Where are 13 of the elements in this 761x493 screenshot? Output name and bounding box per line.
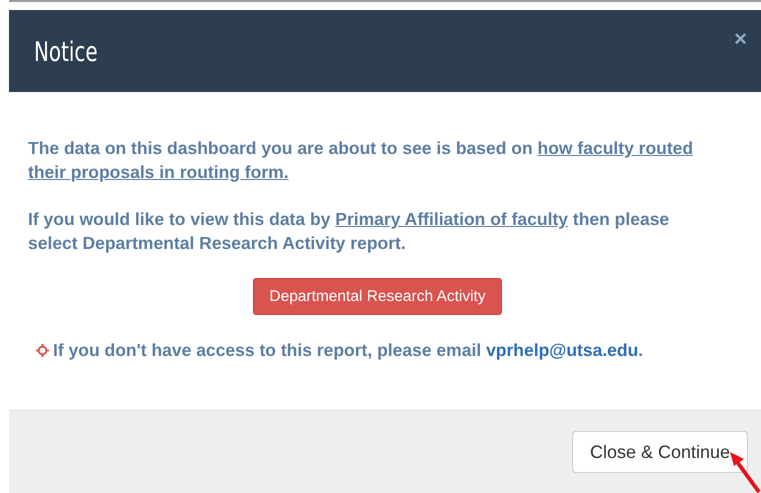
close-continue-button[interactable]: Close & Continue	[572, 431, 748, 473]
text-link[interactable]: how faculty routed	[538, 138, 694, 158]
notice-paragraph: If you would like to view this data by Primary Affiliation of faculty then please select Departmental Research Activity report.	[28, 208, 670, 255]
notice-paragraph: The data on this dashboard you are about to see is based on how faculty routed their proposals in routing form.	[28, 137, 694, 184]
report-button[interactable]: Departmental Research Activity	[253, 278, 502, 315]
email-link[interactable]: vprhelp@utsa.edu	[486, 340, 638, 360]
crosshair-icon	[36, 344, 49, 357]
access-note: If you don't have access to this report, please email vprhelp@utsa.edu.	[53, 340, 644, 361]
modal-title: Notice	[34, 36, 98, 68]
pointer-arrow	[729, 451, 761, 493]
close-button[interactable]: ×	[734, 28, 747, 50]
text-link[interactable]: their proposals in routing form.	[28, 162, 289, 182]
text-link[interactable]: Primary Affiliation of faculty	[335, 209, 568, 229]
